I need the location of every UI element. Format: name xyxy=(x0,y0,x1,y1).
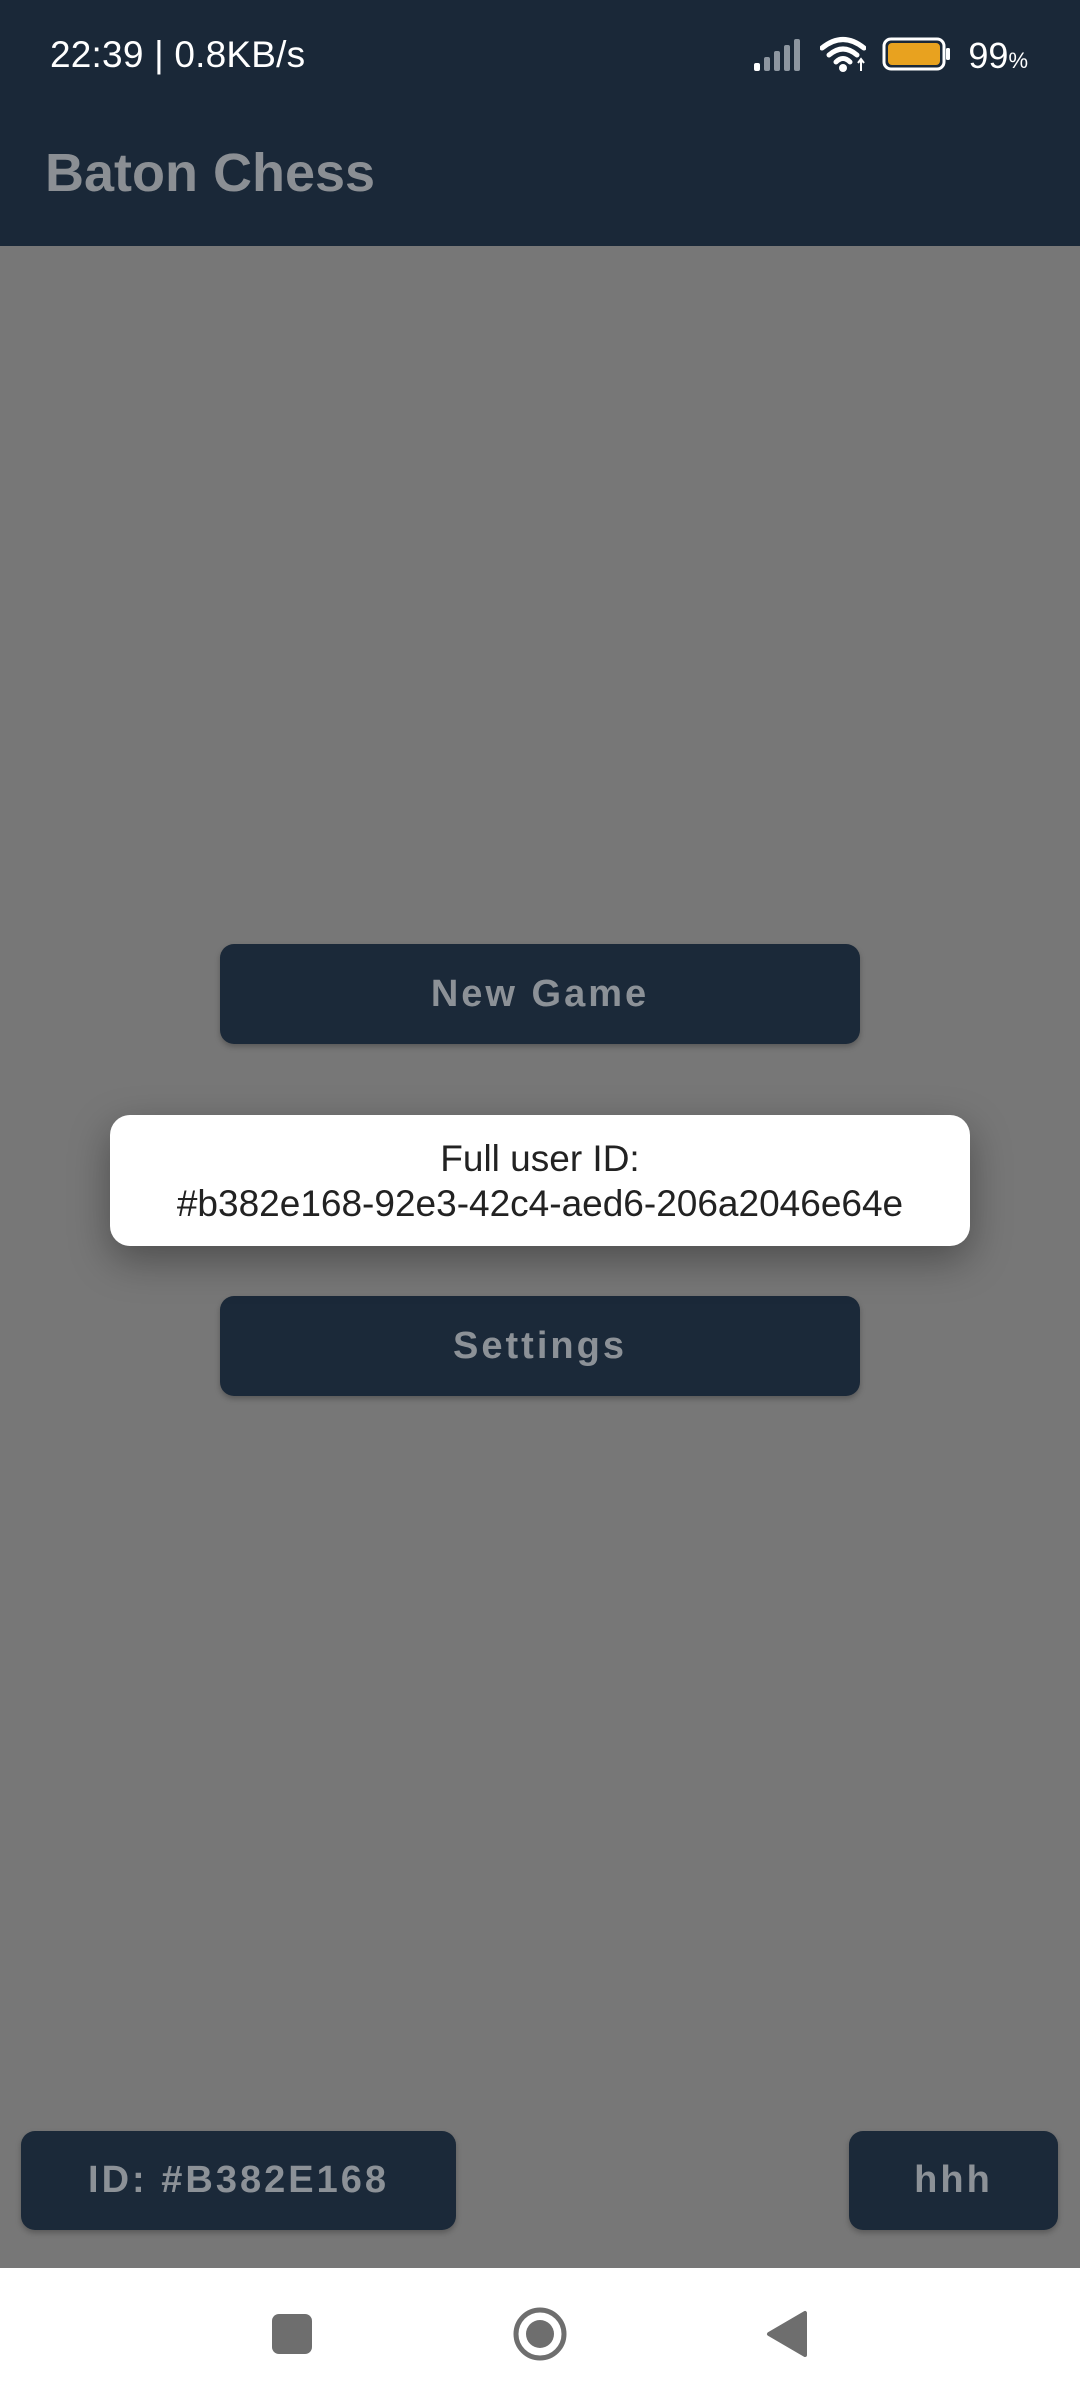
back-triangle-icon xyxy=(767,2311,807,2357)
wifi-icon xyxy=(819,35,867,78)
screen: 22:39 | 0.8KB/s 99% Baton Chess New Game… xyxy=(0,0,1080,2400)
recents-button[interactable] xyxy=(232,2268,352,2400)
home-button[interactable] xyxy=(480,2268,600,2400)
battery-percent-value: 99 xyxy=(968,35,1009,76)
app-title: Baton Chess xyxy=(45,143,376,203)
status-icons: 99% xyxy=(754,30,1028,82)
battery-icon xyxy=(882,37,952,76)
popup-title: Full user ID: xyxy=(440,1137,640,1179)
battery-percent-unit: % xyxy=(1008,48,1028,73)
back-button[interactable] xyxy=(726,2268,846,2400)
user-id-button[interactable]: ID: #B382E168 xyxy=(21,2131,456,2230)
signal-icon xyxy=(754,37,804,76)
popup-user-id: #b382e168-92e3-42c4-aed6-206a2046e64e xyxy=(176,1182,904,1224)
battery-percent: 99% xyxy=(968,35,1028,77)
status-time-speed: 22:39 | 0.8KB/s xyxy=(50,34,306,75)
home-circle-icon xyxy=(513,2307,567,2361)
full-user-id-popup[interactable]: Full user ID: #b382e168-92e3-42c4-aed6-2… xyxy=(110,1115,970,1246)
status-bar: 22:39 | 0.8KB/s 99% xyxy=(0,0,1080,116)
hhh-button[interactable]: hhh xyxy=(849,2131,1058,2230)
settings-button[interactable]: Settings xyxy=(220,1296,860,1396)
app-bar: Baton Chess xyxy=(0,116,1080,246)
new-game-button[interactable]: New Game xyxy=(220,944,860,1044)
recents-square-icon xyxy=(272,2314,312,2354)
navigation-bar xyxy=(0,2268,1080,2400)
